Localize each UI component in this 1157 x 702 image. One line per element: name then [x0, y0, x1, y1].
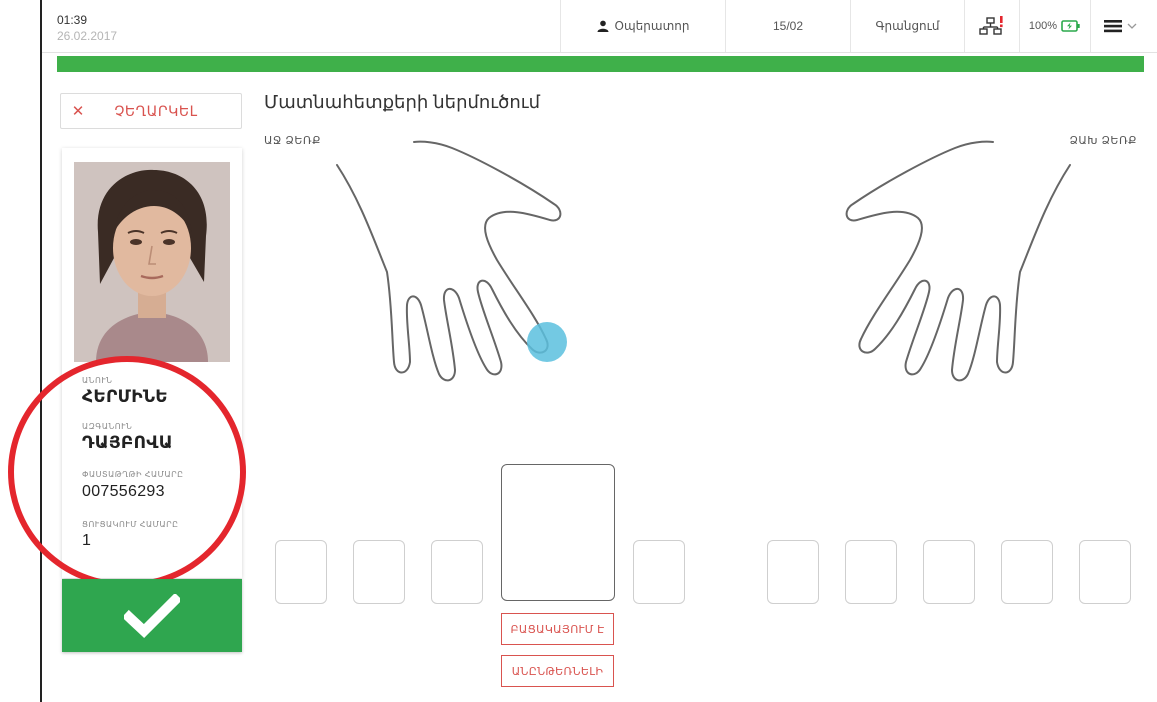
finger-slot-right-index-active[interactable] — [501, 464, 615, 601]
finger-slot-right-thumb[interactable] — [633, 540, 685, 604]
app-window: 01:39 26.02.2017 Օպերատոր 15/02 Գրանցում — [8, 0, 1157, 702]
finger-marker — [527, 322, 567, 362]
finger-slot-right-middle[interactable] — [431, 540, 483, 604]
finger-slot-left-little[interactable] — [1079, 540, 1131, 604]
finger-slot-left-middle[interactable] — [923, 540, 975, 604]
unreadable-finger-button[interactable]: ԱՆԸՆԹԵՌՆԵԼԻ — [501, 655, 614, 687]
finger-slot-left-thumb[interactable] — [767, 540, 819, 604]
missing-finger-button[interactable]: ԲԱՑԱԿԱՅՈՒՄ Է — [501, 613, 614, 645]
finger-slot-right-little[interactable] — [275, 540, 327, 604]
finger-slot-left-index[interactable] — [845, 540, 897, 604]
finger-slot-right-ring[interactable] — [353, 540, 405, 604]
finger-slot-left-ring[interactable] — [1001, 540, 1053, 604]
